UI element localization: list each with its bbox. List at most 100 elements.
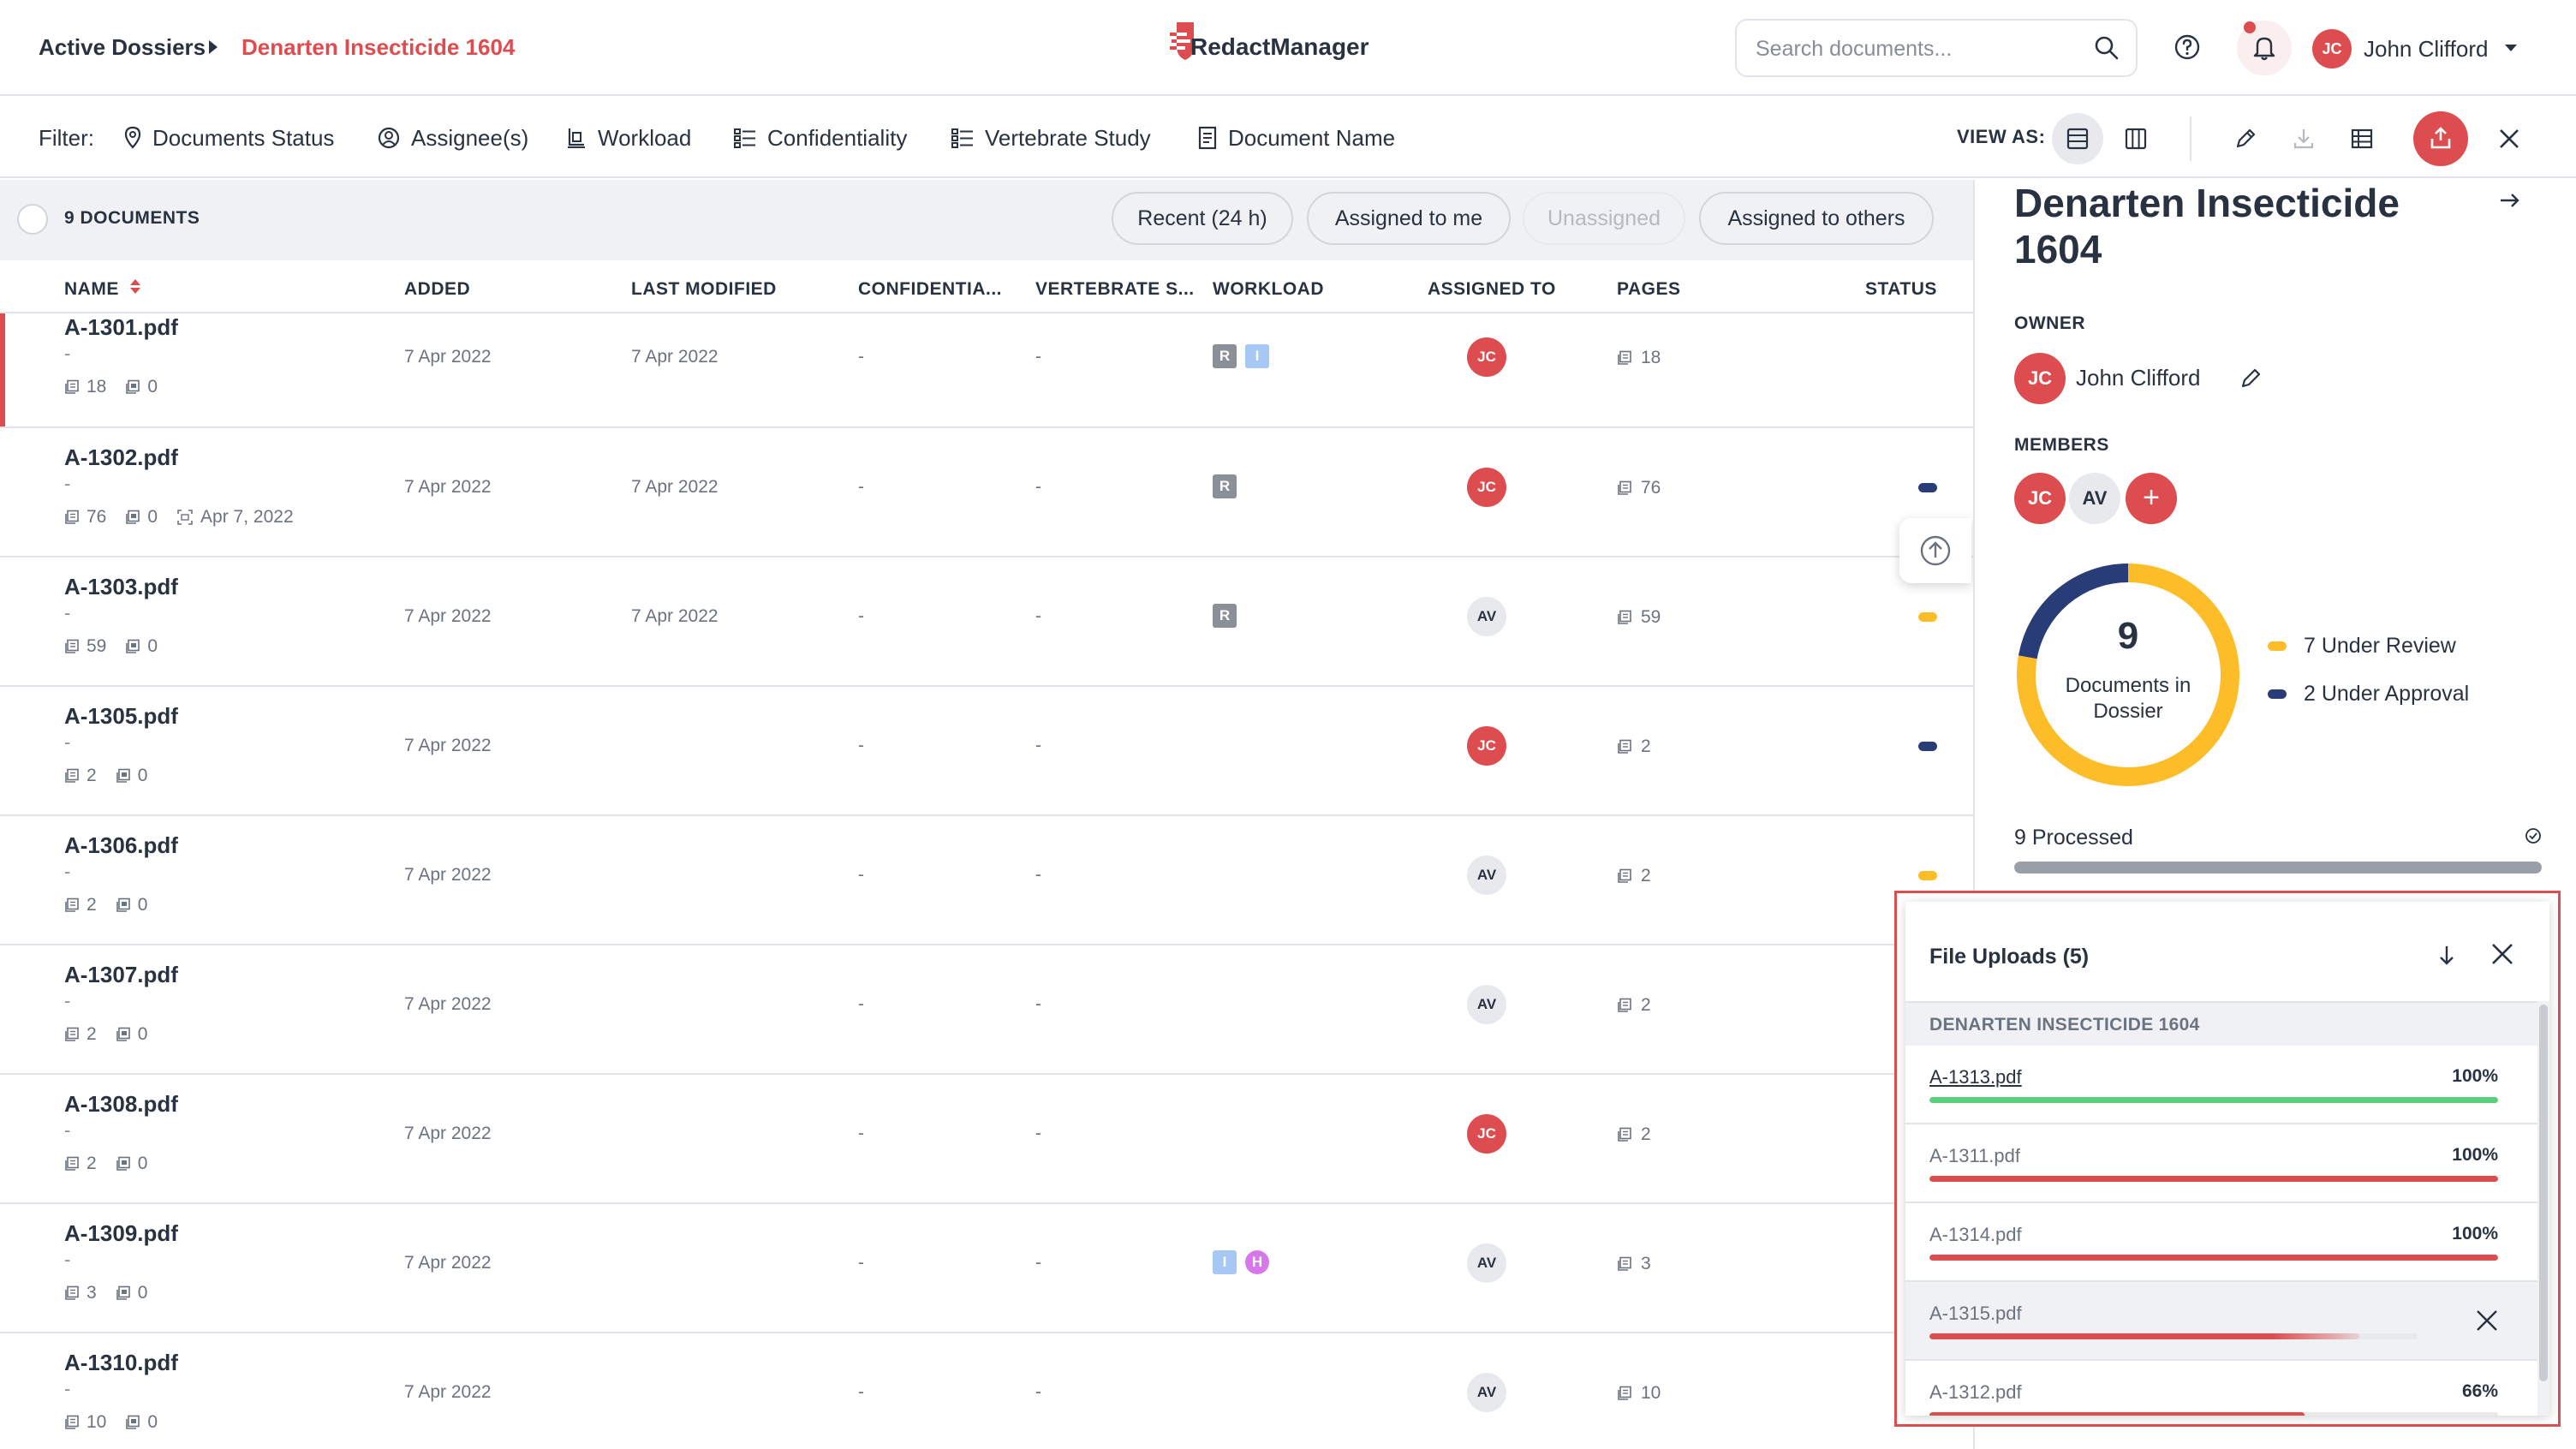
uploads-scrollbar-thumb[interactable]: [2539, 1005, 2548, 1381]
minimize-arrow-down-icon[interactable]: [2436, 943, 2457, 969]
upload-item[interactable]: A-1312.pdf 66%: [1905, 1361, 2537, 1416]
search-input[interactable]: [1756, 33, 2081, 65]
user-avatar[interactable]: JC: [2312, 29, 2352, 69]
table-row[interactable]: A-1302.pdf -76 0 Apr 7, 2022 7 Apr 2022 7 Apr…: [0, 428, 1973, 558]
assignee-avatar[interactable]: AV: [1467, 597, 1506, 636]
assignee-avatar[interactable]: AV: [1467, 1373, 1506, 1412]
assignee-avatar[interactable]: AV: [1467, 856, 1506, 895]
column-vertebrate-study[interactable]: VERTEBRATE S...: [1035, 279, 1195, 300]
list-icon: [734, 128, 755, 148]
chip-recent[interactable]: Recent (24 h): [1112, 192, 1293, 245]
column-added[interactable]: ADDED: [404, 279, 470, 300]
add-member-button[interactable]: +: [2126, 473, 2177, 524]
processed-progress-fill: [2014, 862, 2542, 874]
collapse-panel-arrow-right-icon[interactable]: [2497, 190, 2523, 211]
table-row[interactable]: A-1308.pdf -2 0 7 Apr 2022- - JC 2: [0, 1075, 1973, 1204]
upload-item[interactable]: A-1313.pdf 100%: [1905, 1046, 2537, 1124]
breadcrumb-current-dossier[interactable]: Denarten Insecticide 1604: [242, 33, 515, 62]
upload-item[interactable]: A-1314.pdf 100%: [1905, 1203, 2537, 1282]
column-status[interactable]: STATUS: [1865, 279, 1937, 300]
assignee-avatar[interactable]: JC: [1467, 726, 1506, 766]
file-name[interactable]: A-1308.pdf: [64, 1090, 178, 1118]
select-all-checkbox[interactable]: [17, 204, 48, 235]
legend-under-review[interactable]: 7 Under Review: [2268, 634, 2456, 659]
file-name[interactable]: A-1303.pdf: [64, 573, 178, 600]
filter-vertebrate-study[interactable]: Vertebrate Study: [951, 120, 1151, 156]
file-annotations-meta: 0: [116, 766, 147, 786]
assignee-avatar[interactable]: AV: [1467, 985, 1506, 1024]
download-button[interactable]: [2278, 113, 2329, 164]
close-uploads-close-icon[interactable]: [2490, 941, 2515, 967]
file-name[interactable]: A-1310.pdf: [64, 1349, 178, 1376]
chip-assigned-to-me[interactable]: Assigned to me: [1307, 192, 1511, 245]
file-name[interactable]: A-1302.pdf: [64, 444, 178, 471]
table-row[interactable]: A-1309.pdf -3 0 7 Apr 2022- - I H AV 3: [0, 1204, 1973, 1333]
upload-item[interactable]: A-1311.pdf 100%: [1905, 1124, 2537, 1203]
chip-unassigned[interactable]: Unassigned: [1523, 192, 1685, 245]
assignee-avatar[interactable]: JC: [1467, 337, 1506, 377]
filter-workload[interactable]: Workload: [565, 120, 691, 156]
filter-assignees[interactable]: Assignee(s): [377, 120, 528, 156]
legend-under-approval[interactable]: 2 Under Approval: [2268, 682, 2469, 707]
status-indicator[interactable]: [1918, 483, 1937, 492]
file-name[interactable]: A-1309.pdf: [64, 1219, 178, 1247]
upload-item[interactable]: A-1315.pdf: [1905, 1282, 2537, 1361]
file-name[interactable]: A-1306.pdf: [64, 832, 178, 859]
table-row[interactable]: A-1307.pdf -2 0 7 Apr 2022- - AV 2: [0, 945, 1973, 1075]
user-menu-chevron-down-icon[interactable]: [2505, 45, 2517, 51]
help-icon[interactable]: [2173, 33, 2202, 62]
column-workload[interactable]: WORKLOAD: [1213, 279, 1324, 300]
column-name[interactable]: NAME: [64, 279, 119, 300]
status-indicator[interactable]: [1918, 612, 1937, 622]
table-row[interactable]: A-1305.pdf -2 0 7 Apr 2022- - JC 2: [0, 687, 1973, 816]
filter-documents-status[interactable]: Documents Status: [123, 120, 334, 156]
file-name[interactable]: A-1301.pdf: [64, 313, 178, 341]
table-row[interactable]: A-1303.pdf -59 0 7 Apr 2022 7 Apr 2022- - R AV 5…: [0, 558, 1973, 687]
assignee-avatar[interactable]: AV: [1467, 1243, 1506, 1283]
column-confidentiality[interactable]: CONFIDENTIA...: [858, 279, 1002, 300]
annotations-icon: [116, 1285, 131, 1301]
search-icon[interactable]: [2093, 34, 2120, 62]
filter-bar: Filter: Documents Status Assignee(s) Wor…: [0, 98, 2576, 178]
column-pages[interactable]: PAGES: [1617, 279, 1680, 300]
chip-assigned-to-others[interactable]: Assigned to others: [1699, 192, 1934, 245]
meta-pages-count: 2: [86, 1024, 97, 1044]
view-board-button[interactable]: [2110, 113, 2162, 164]
last-modified-date: 7 Apr 2022: [631, 347, 719, 367]
vertebrate-study-value: -: [1035, 606, 1041, 626]
cancel-upload-close-icon[interactable]: [2474, 1308, 2500, 1333]
uploads-scrollbar[interactable]: [2537, 1001, 2549, 1416]
file-name[interactable]: A-1305.pdf: [64, 702, 178, 730]
breadcrumb-active-dossiers[interactable]: Active Dossiers: [39, 33, 206, 62]
table-row[interactable]: A-1306.pdf -2 0 7 Apr 2022- - AV 2: [0, 816, 1973, 945]
assignee-avatar[interactable]: JC: [1467, 468, 1506, 507]
scroll-to-top-button[interactable]: [1899, 518, 1971, 583]
filter-workload-label: Workload: [598, 124, 692, 151]
file-name[interactable]: A-1307.pdf: [64, 961, 178, 988]
file-pages-meta: 2: [64, 895, 97, 915]
edit-owner-pencil-icon[interactable]: [2239, 367, 2263, 391]
reports-button[interactable]: [2336, 113, 2388, 164]
sort-desc-icon[interactable]: [130, 288, 140, 294]
column-assigned-to[interactable]: ASSIGNED TO: [1428, 279, 1556, 300]
notifications-button[interactable]: [2237, 21, 2292, 75]
assignee-avatar[interactable]: JC: [1467, 1114, 1506, 1154]
sort-asc-icon[interactable]: [130, 279, 140, 285]
table-row[interactable]: A-1310.pdf -10 0 7 Apr 2022- - AV 10: [0, 1333, 1973, 1449]
file-subtitle: -: [64, 1378, 71, 1399]
table-row[interactable]: A-1301.pdf -18 0 7 Apr 2022 7 Apr 2022- - R I JC…: [0, 313, 1973, 428]
view-list-button[interactable]: [2052, 113, 2103, 164]
user-name[interactable]: John Clifford: [2364, 34, 2489, 63]
upload-file-name[interactable]: A-1313.pdf: [1929, 1066, 2022, 1088]
filter-confidentiality[interactable]: Confidentiality: [733, 120, 907, 156]
status-indicator[interactable]: [1918, 742, 1937, 751]
workload-badge-i: I: [1213, 1250, 1237, 1274]
edit-dossier-button[interactable]: [2220, 113, 2271, 164]
annotations-icon: [116, 1156, 131, 1172]
status-indicator[interactable]: [1918, 871, 1937, 880]
filter-document-name[interactable]: Document Name: [1197, 120, 1395, 156]
close-dossier-button[interactable]: [2484, 113, 2535, 164]
pages-icon: [1617, 868, 1632, 884]
upload-files-button[interactable]: [2413, 111, 2468, 166]
column-last-modified[interactable]: LAST MODIFIED: [631, 279, 777, 300]
